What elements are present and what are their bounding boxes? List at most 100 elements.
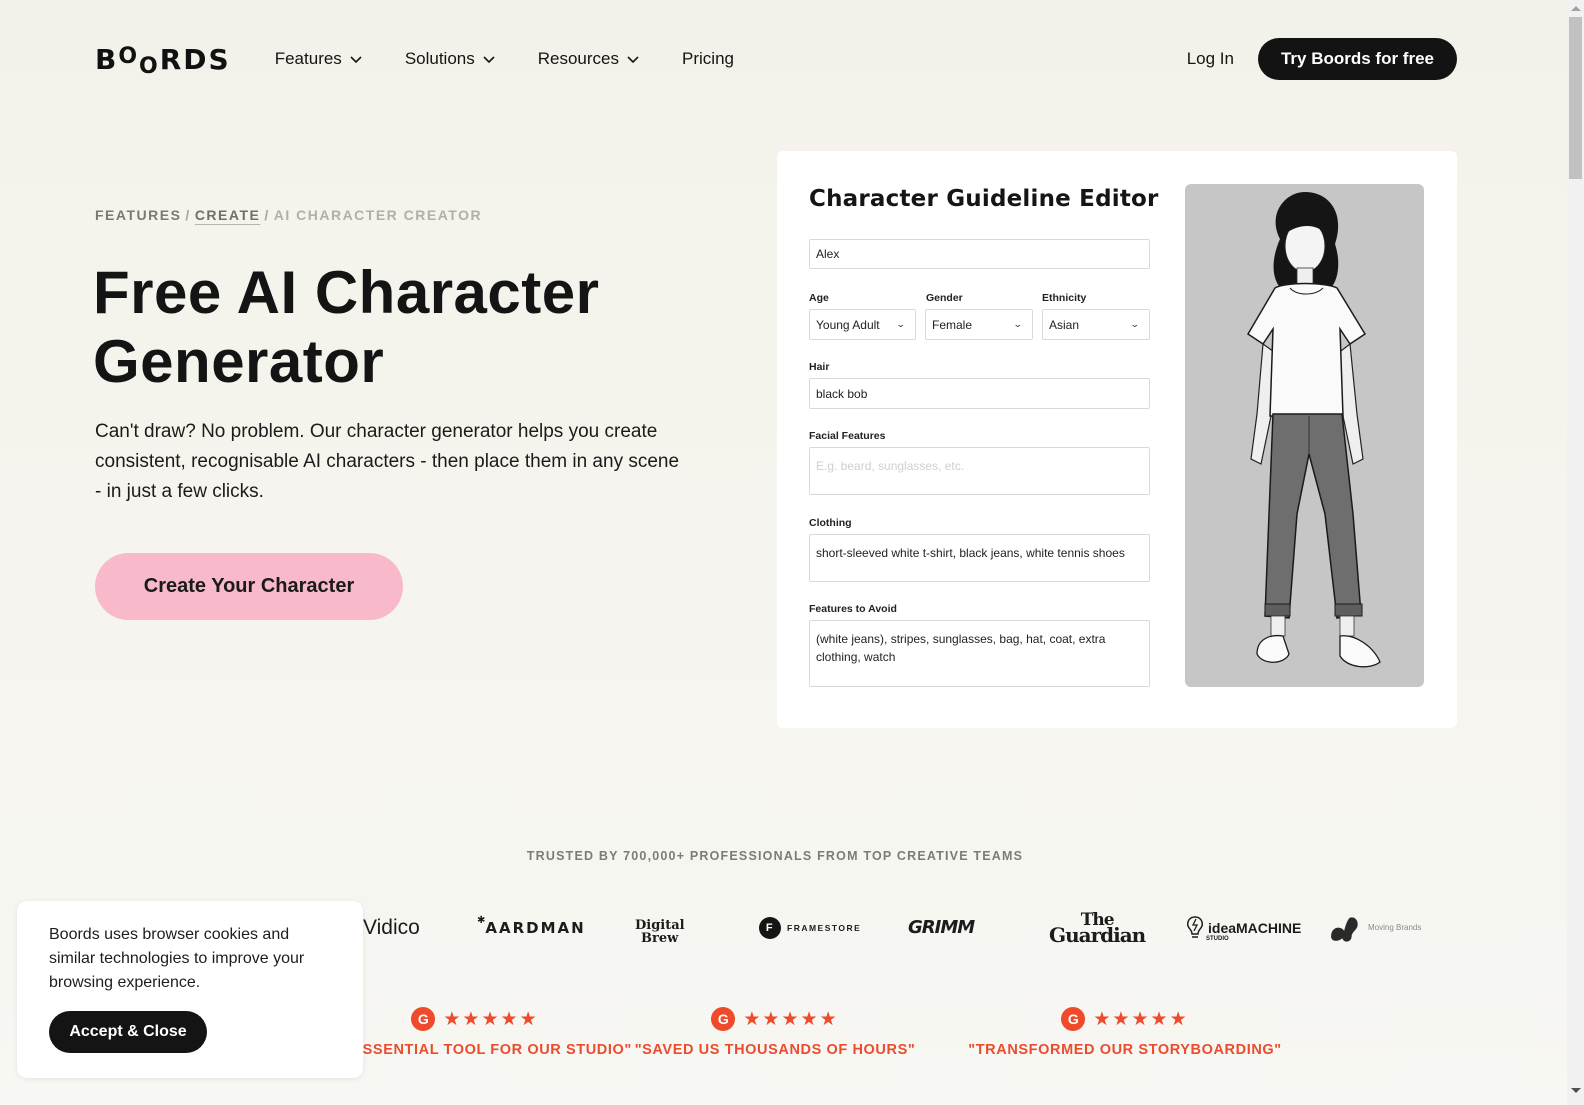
ideamachine-subtext: STUDIO: [1206, 936, 1229, 942]
nav-solutions[interactable]: Solutions: [405, 49, 496, 69]
breadcrumb-create[interactable]: CREATE: [195, 207, 261, 223]
nav-features-label: Features: [274, 49, 342, 68]
nav-resources[interactable]: Resources: [538, 49, 640, 69]
editor-title: Character Guideline Editor: [809, 186, 1159, 212]
features-to-avoid-value: (white jeans), stripes, sunglasses, bag,…: [816, 632, 1106, 664]
ideamachine-logo: ideaMACHINE STUDIO: [1186, 905, 1301, 950]
age-select[interactable]: Young Adult ⌄: [809, 309, 916, 340]
grimm-logo: GRIMM: [908, 917, 975, 938]
review-quote: "SAVED US THOUSANDS OF HOURS": [634, 1042, 916, 1058]
star-icon: ★: [781, 1008, 799, 1030]
nav-actions: Log In Try Boords for free: [1187, 38, 1457, 80]
digital-brew-logo: Digital Brew: [635, 905, 685, 950]
star-icon: ★: [1150, 1008, 1168, 1030]
page-title: Free AI Character Generator: [93, 259, 600, 395]
try-free-button[interactable]: Try Boords for free: [1257, 38, 1457, 80]
clothing-value: short-sleeved white t-shirt, black jeans…: [816, 546, 1125, 560]
facial-features-placeholder: E.g. beard, sunglasses, etc.: [816, 459, 965, 473]
star-icon: ★: [1131, 1008, 1149, 1030]
character-illustration: [1246, 192, 1381, 668]
ideamachine-text: ideaMACHINE: [1208, 919, 1302, 936]
aardman-logo: ✱ AARDMAN: [477, 905, 586, 950]
star-icon: ★: [819, 1008, 837, 1030]
nav-pricing[interactable]: Pricing: [682, 49, 734, 69]
character-name-value: Alex: [816, 247, 840, 261]
review-rating: G ★ ★ ★ ★ ★: [940, 1007, 1310, 1031]
gender-select[interactable]: Female ⌄: [925, 309, 1033, 340]
star-icon: ★: [743, 1008, 761, 1030]
moving-brands-logo: Moving Brands: [1330, 905, 1421, 950]
age-label: Age: [809, 292, 829, 304]
client-logos: Vidico ✱ AARDMAN Digital Brew F FRAMESTOR…: [340, 905, 1440, 950]
facial-features-label: Facial Features: [809, 430, 886, 442]
review-rating: G ★ ★ ★ ★ ★: [590, 1007, 960, 1031]
star-icon: ★: [519, 1008, 537, 1030]
breadcrumb-separator: /: [264, 207, 270, 223]
character-portrait-image: [1185, 184, 1424, 687]
moving-brands-mark-icon: [1331, 916, 1358, 942]
framestore-text: FRAMESTORE: [787, 922, 862, 933]
boords-logo[interactable]: B O O RDS: [95, 44, 231, 78]
moving-brands-text: Moving Brands: [1368, 923, 1422, 932]
hero-description: Can't draw? No problem. Our character ge…: [95, 421, 680, 502]
breadcrumb: FEATURES / CREATE / AI CHARACTER CREATOR: [95, 207, 482, 223]
hair-value: black bob: [816, 386, 868, 401]
guardian-logo: The Guardian: [1049, 905, 1146, 950]
cookie-banner: Boords uses browser cookies and similar …: [17, 901, 363, 1078]
star-icon: ★: [1093, 1008, 1111, 1030]
main-menu: Features Solutions Resources Pricing: [275, 49, 776, 69]
scroll-up-arrow-icon[interactable]: [1571, 6, 1581, 11]
star-icon: ★: [800, 1008, 818, 1030]
chevron-down-icon: ⌄: [896, 319, 907, 329]
digital-brew-line1: Digital: [635, 917, 685, 933]
guardian-line2: Guardian: [1049, 922, 1146, 947]
login-link[interactable]: Log In: [1187, 49, 1234, 69]
framestore-logo: F FRAMESTORE: [759, 905, 861, 950]
star-icon: ✱: [477, 915, 488, 926]
nav-resources-label: Resources: [537, 49, 620, 68]
cookie-message: Boords uses browser cookies and similar …: [49, 926, 305, 991]
gender-label: Gender: [926, 292, 963, 304]
star-icon: ★: [443, 1008, 461, 1030]
age-value: Young Adult: [816, 317, 880, 332]
ethnicity-label: Ethnicity: [1042, 292, 1087, 304]
chevron-down-icon: [483, 56, 495, 64]
review-quote: "TRANSFORMED OUR STORYBOARDING": [968, 1042, 1282, 1058]
star-icon: ★: [1169, 1008, 1187, 1030]
review-item: G ★ ★ ★ ★ ★ "SAVED US THOUSANDS OF HOURS": [590, 1007, 960, 1067]
features-to-avoid-textarea[interactable]: (white jeans), stripes, sunglasses, bag,…: [809, 620, 1150, 687]
nav-features[interactable]: Features: [275, 49, 363, 69]
g2-badge-icon: G: [411, 1007, 436, 1031]
scrollbar-thumb[interactable]: [1569, 17, 1582, 179]
create-character-button[interactable]: Create Your Character: [95, 553, 403, 620]
digital-brew-line2: Brew: [641, 930, 679, 946]
accept-cookies-button[interactable]: Accept & Close: [49, 1011, 207, 1053]
star-icon: ★: [1112, 1008, 1130, 1030]
nav-solutions-label: Solutions: [404, 49, 475, 68]
breadcrumb-features[interactable]: FEATURES: [95, 207, 181, 223]
chevron-down-icon: [627, 56, 639, 64]
star-icon: ★: [462, 1008, 480, 1030]
hair-input[interactable]: black bob: [809, 378, 1150, 409]
scroll-down-arrow-icon[interactable]: [1571, 1088, 1581, 1093]
chevron-down-icon: [350, 56, 362, 64]
gender-value: Female: [932, 317, 973, 332]
clothing-textarea[interactable]: short-sleeved white t-shirt, black jeans…: [809, 534, 1150, 582]
aardman-text: AARDMAN: [485, 918, 586, 937]
star-icon: ★: [481, 1008, 499, 1030]
character-name-input[interactable]: Alex: [809, 239, 1150, 269]
star-icon: ★: [762, 1008, 780, 1030]
features-to-avoid-label: Features to Avoid: [809, 603, 897, 615]
nav-pricing-label: Pricing: [682, 49, 734, 68]
page-scrollbar[interactable]: [1567, 0, 1584, 1105]
ethnicity-select[interactable]: Asian ⌄: [1042, 309, 1150, 340]
trusted-heading: TRUSTED BY 700,000+ PROFESSIONALS FROM T…: [526, 849, 1024, 863]
breadcrumb-separator: /: [185, 207, 191, 223]
hair-label: Hair: [809, 361, 830, 373]
review-item: G ★ ★ ★ ★ ★ "TRANSFORMED OUR STORYBOARDING": [940, 1007, 1310, 1067]
framestore-badge-icon: F: [759, 916, 781, 939]
top-navigation: B O O RDS Features Solutions Resources Pric…: [95, 38, 1457, 80]
clothing-label: Clothing: [809, 517, 852, 529]
g2-badge-icon: G: [711, 1007, 736, 1031]
facial-features-textarea[interactable]: E.g. beard, sunglasses, etc.: [809, 447, 1150, 495]
